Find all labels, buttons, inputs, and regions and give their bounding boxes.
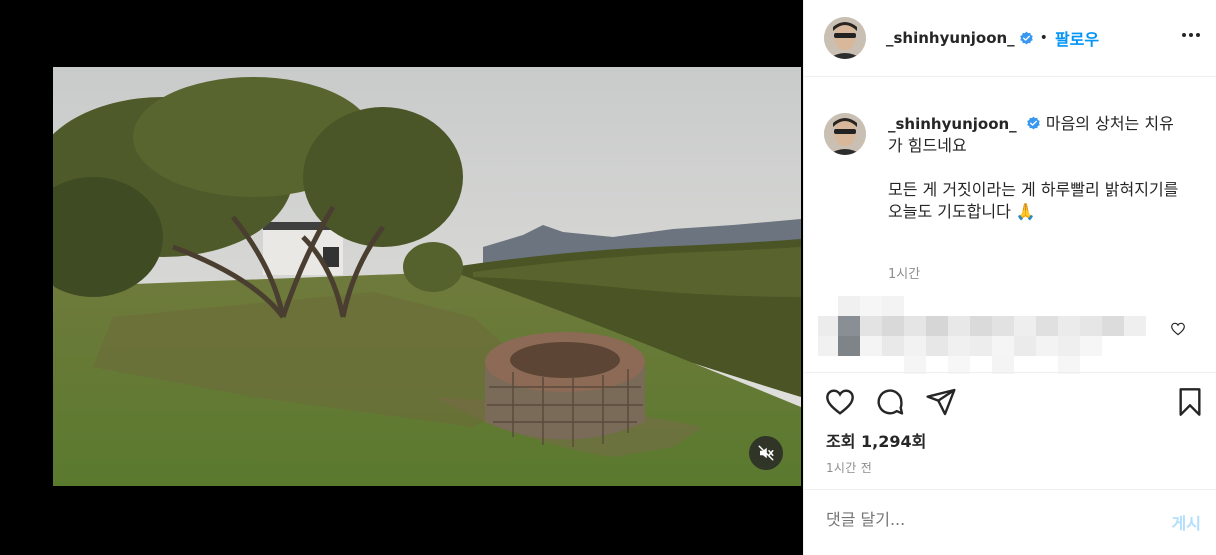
caption: _shinhyunjoon_ 마음의 상처는 치유가 힘드네요 모든 게 거짓이… <box>888 113 1188 223</box>
avatar[interactable] <box>824 17 866 59</box>
paper-plane-icon[interactable] <box>925 386 957 422</box>
post-author-username[interactable]: _shinhyunjoon_ <box>886 29 1015 47</box>
divider <box>804 372 1216 373</box>
caption-timestamp[interactable]: 1시간 <box>888 263 920 282</box>
comment-input[interactable] <box>826 510 1126 529</box>
speaker-muted-icon <box>757 444 775 462</box>
comment-like-heart-icon[interactable] <box>1170 321 1186 341</box>
follow-button[interactable]: 팔로우 <box>1055 26 1099 50</box>
video-frame <box>53 67 801 486</box>
action-bar <box>824 386 1204 420</box>
media-area <box>0 0 803 555</box>
comment-form: 게시 <box>804 489 1216 555</box>
pixelated-comment <box>818 296 1158 374</box>
caption-username[interactable]: _shinhyunjoon_ <box>888 115 1017 133</box>
post-timestamp[interactable]: 1시간 전 <box>826 459 872 476</box>
bookmark-icon[interactable] <box>1174 386 1206 422</box>
caption-avatar[interactable] <box>824 113 866 155</box>
view-count[interactable]: 조회 1,294회 <box>826 428 926 452</box>
separator-dot: • <box>1039 30 1048 46</box>
comment-icon[interactable] <box>874 386 906 422</box>
more-options-icon[interactable] <box>1182 33 1200 37</box>
post-side-panel: _shinhyunjoon_ • 팔로우 _shinhyunjoon_ 마음의 … <box>803 0 1216 555</box>
post-header: _shinhyunjoon_ • 팔로우 <box>804 0 1216 77</box>
heart-icon[interactable] <box>824 386 856 422</box>
post-comment-button[interactable]: 게시 <box>1172 510 1201 534</box>
post-video[interactable] <box>53 67 801 486</box>
verified-badge-icon <box>1026 116 1041 131</box>
verified-badge-icon <box>1019 31 1034 46</box>
mute-button[interactable] <box>749 436 783 470</box>
